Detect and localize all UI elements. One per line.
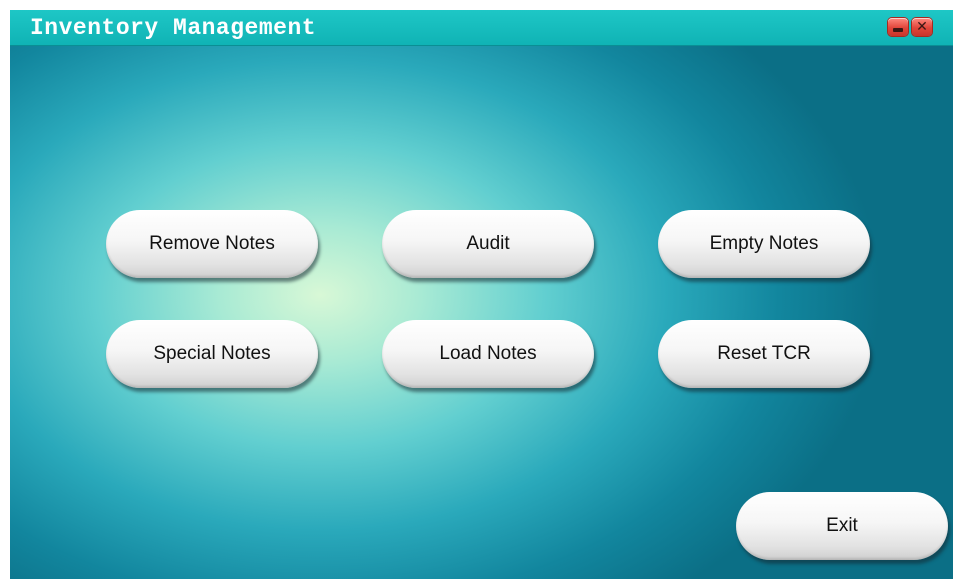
special-notes-button[interactable]: Special Notes (106, 320, 318, 388)
minimize-button[interactable] (888, 18, 908, 36)
empty-notes-button[interactable]: Empty Notes (658, 210, 870, 278)
remove-notes-button[interactable]: Remove Notes (106, 210, 318, 278)
reset-tcr-button[interactable]: Reset TCR (658, 320, 870, 388)
exit-button[interactable]: Exit (736, 492, 948, 560)
title-bar[interactable]: Inventory Management ✕ (10, 10, 953, 46)
audit-button[interactable]: Audit (382, 210, 594, 278)
window-title: Inventory Management (30, 15, 317, 41)
close-button[interactable]: ✕ (912, 18, 932, 36)
inventory-management-window: Inventory Management ✕ Remove Notes Audi… (10, 10, 953, 579)
load-notes-button[interactable]: Load Notes (382, 320, 594, 388)
close-icon: ✕ (916, 19, 928, 35)
minimize-icon (893, 27, 903, 32)
